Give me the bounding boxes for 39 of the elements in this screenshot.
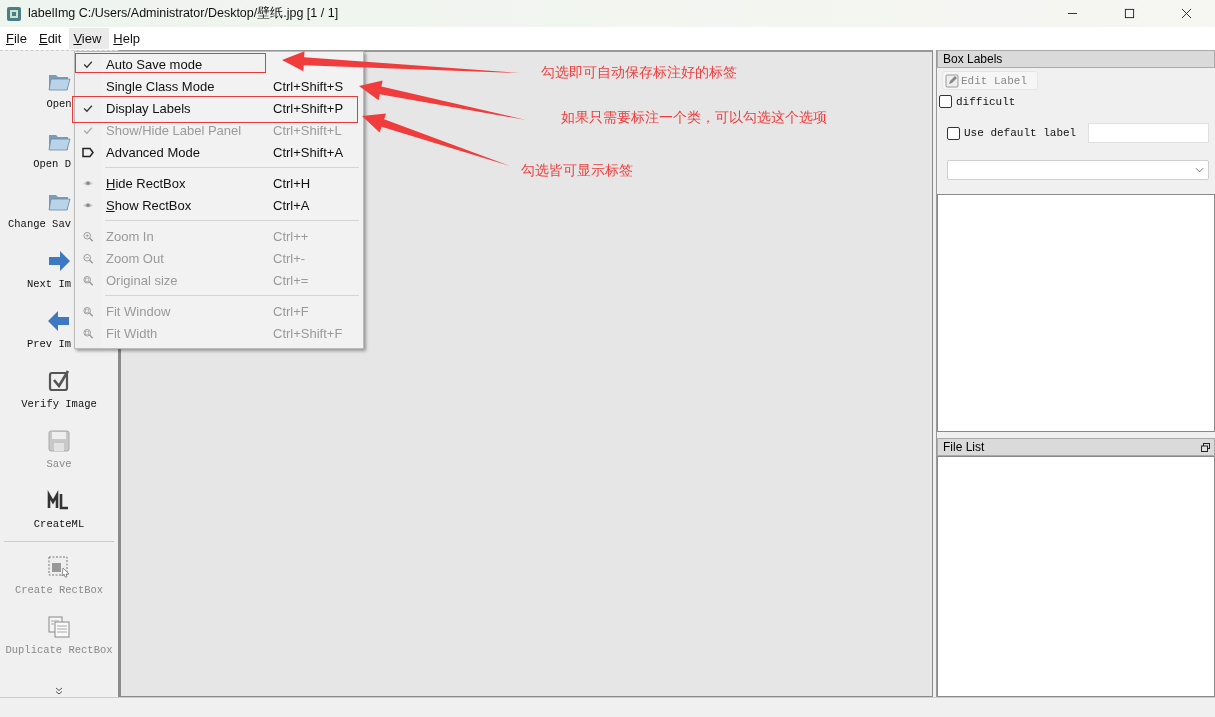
chevron-icon[interactable]: [55, 687, 63, 695]
panel-header: Box Labels: [937, 50, 1215, 68]
panel-header: File List: [937, 438, 1215, 456]
selection-icon: [46, 554, 72, 580]
menu-item[interactable]: File: [2, 28, 35, 49]
maximize-icon[interactable]: [1124, 8, 1135, 19]
menu-option[interactable]: Single Class Mode Ctrl+Shift+S: [75, 75, 363, 97]
menu-option[interactable]: Auto Save mode: [75, 53, 363, 75]
callout-text: 勾选即可自动保存标注好的标签: [541, 64, 737, 82]
menu-option[interactable]: Display Labels Ctrl+Shift+P: [75, 97, 363, 119]
menu-item[interactable]: Help: [109, 28, 149, 49]
default-label-checkbox[interactable]: Use default label: [947, 126, 1077, 140]
magnifier-icon: [82, 305, 94, 317]
menu-option[interactable]: Advanced Mode Ctrl+Shift+A: [75, 141, 363, 163]
float-icon[interactable]: [1201, 442, 1210, 452]
copy-icon: [46, 614, 72, 640]
menu-item[interactable]: View: [69, 28, 110, 49]
zoom-out-icon: [82, 252, 94, 264]
checkbox-icon: [46, 368, 72, 394]
magnifier-icon: [82, 274, 94, 286]
callout-text: 勾选皆可显示标签: [521, 162, 633, 180]
toolbar-button[interactable]: Verify Image: [0, 359, 118, 419]
toolbar-button[interactable]: CreateML: [0, 479, 118, 539]
default-label-field[interactable]: [1088, 123, 1209, 143]
callout-text: 如果只需要标注一个类，可以勾选这个选项: [561, 109, 827, 127]
app-icon: [6, 5, 22, 22]
tag-icon: [82, 146, 94, 158]
window-title: labelImg C:/Users/Administrator/Desktop/壁纸.jpg [1 / 1]: [28, 5, 339, 22]
magnifier-icon: [82, 327, 94, 339]
caret-icon: [1195, 167, 1204, 173]
close-icon[interactable]: [1181, 8, 1192, 19]
right-arrow-icon: [46, 248, 72, 274]
zoom-in-icon: [82, 230, 94, 242]
floppy-icon: [46, 428, 72, 454]
menu-item[interactable]: Edit: [34, 28, 70, 49]
menu-option[interactable]: Show RectBox Ctrl+A: [75, 194, 363, 216]
menu-option[interactable]: Hide RectBox Ctrl+H: [75, 172, 363, 194]
pencil-icon: [945, 73, 959, 88]
difficult-checkbox[interactable]: difficult: [939, 95, 1016, 108]
